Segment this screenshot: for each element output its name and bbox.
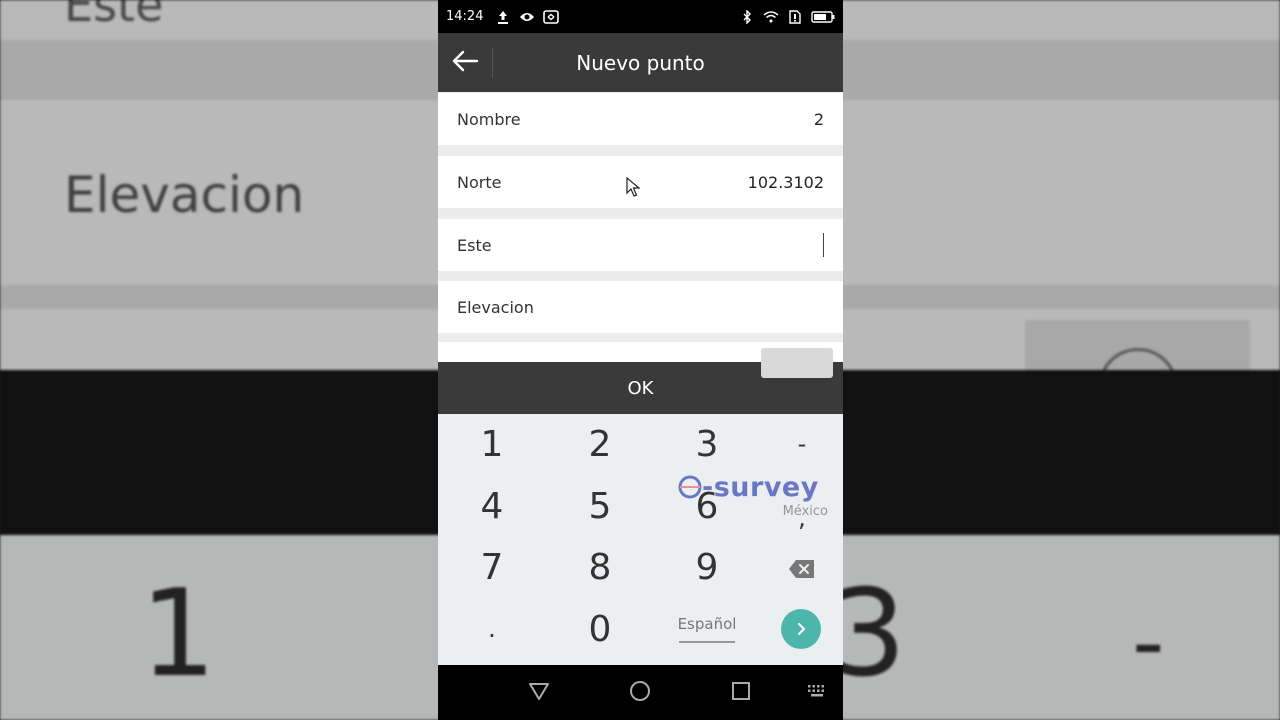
upload-icon <box>495 9 511 25</box>
point-form: Nombre 2 Norte 102.3102 Este Elevacion <box>438 92 843 378</box>
status-right-icons <box>731 9 835 25</box>
key-7[interactable]: 7 <box>442 537 542 597</box>
back-button[interactable] <box>438 33 492 92</box>
field-label: Nombre <box>457 109 521 129</box>
status-time: 14:24 <box>446 9 484 24</box>
app-bar-divider <box>492 47 493 78</box>
status-bar: 14:24 <box>438 0 843 33</box>
field-label: Norte <box>457 172 502 192</box>
sim-icon <box>787 9 803 25</box>
back-triangle-icon <box>528 682 550 704</box>
key-4[interactable]: 4 <box>442 476 542 536</box>
nav-back-button[interactable] <box>519 673 559 713</box>
keyboard-icon <box>807 683 827 702</box>
app-bar: Nuevo punto <box>438 33 843 92</box>
bg-key-dash: - <box>1132 590 1165 695</box>
key-9[interactable]: 9 <box>657 537 757 597</box>
language-underline <box>679 641 735 643</box>
backspace-key[interactable] <box>752 537 843 597</box>
language-key[interactable]: Español <box>657 599 757 659</box>
arrow-left-icon <box>451 49 479 77</box>
field-value[interactable]: 102.3102 <box>748 173 824 192</box>
navigation-bar <box>438 665 843 720</box>
field-norte[interactable]: Norte 102.3102 <box>438 156 843 208</box>
nav-home-button[interactable] <box>620 673 660 713</box>
field-este[interactable]: Este <box>438 219 843 271</box>
key-2[interactable]: 2 <box>550 414 650 474</box>
eye-icon <box>519 9 535 25</box>
key-1[interactable]: 1 <box>442 414 542 474</box>
enter-key[interactable] <box>751 599 843 659</box>
key-8[interactable]: 8 <box>550 537 650 597</box>
field-label: Este <box>457 235 492 255</box>
key-period[interactable]: . <box>442 599 542 659</box>
field-label: Elevacion <box>457 297 534 317</box>
watermark-sub: México <box>782 504 828 519</box>
globe-logo-icon <box>678 475 702 506</box>
backspace-icon <box>788 547 816 588</box>
text-caret <box>823 233 824 257</box>
nav-recents-button[interactable] <box>721 673 761 713</box>
key-0[interactable]: 0 <box>550 599 650 659</box>
bg-elevacion-label: Elevacion <box>64 166 305 224</box>
battery-icon <box>811 9 835 25</box>
nav-keyboard-button[interactable] <box>797 673 837 713</box>
page-title: Nuevo punto <box>576 50 705 75</box>
bg-este-label: Este <box>64 0 164 32</box>
language-label: Español <box>677 615 737 633</box>
field-value[interactable]: 2 <box>814 110 824 129</box>
home-circle-icon <box>629 680 651 706</box>
numeric-keypad: 1 2 3 - 4 5 6 , 7 8 9 . 0 Español -surve… <box>438 414 843 663</box>
wifi-icon <box>763 9 779 25</box>
key-5[interactable]: 5 <box>550 476 650 536</box>
chevron-right-icon <box>781 609 821 649</box>
phone-screen: 14:24 Nuevo punto Nombre 2 Norte 102.310… <box>438 0 843 720</box>
field-elevacion[interactable]: Elevacion <box>438 281 843 333</box>
field-nombre[interactable]: Nombre 2 <box>438 93 843 145</box>
watermark: -survey México <box>678 472 838 519</box>
partial-button[interactable] <box>761 348 833 378</box>
key-dash[interactable]: - <box>752 414 843 474</box>
bg-key-1: 1 <box>140 565 217 704</box>
watermark-main: -survey <box>678 472 838 506</box>
bluetooth-icon <box>739 9 755 25</box>
key-3[interactable]: 3 <box>657 414 757 474</box>
cast-icon <box>543 9 560 25</box>
mouse-pointer-icon <box>626 176 641 201</box>
recents-square-icon <box>731 681 751 705</box>
